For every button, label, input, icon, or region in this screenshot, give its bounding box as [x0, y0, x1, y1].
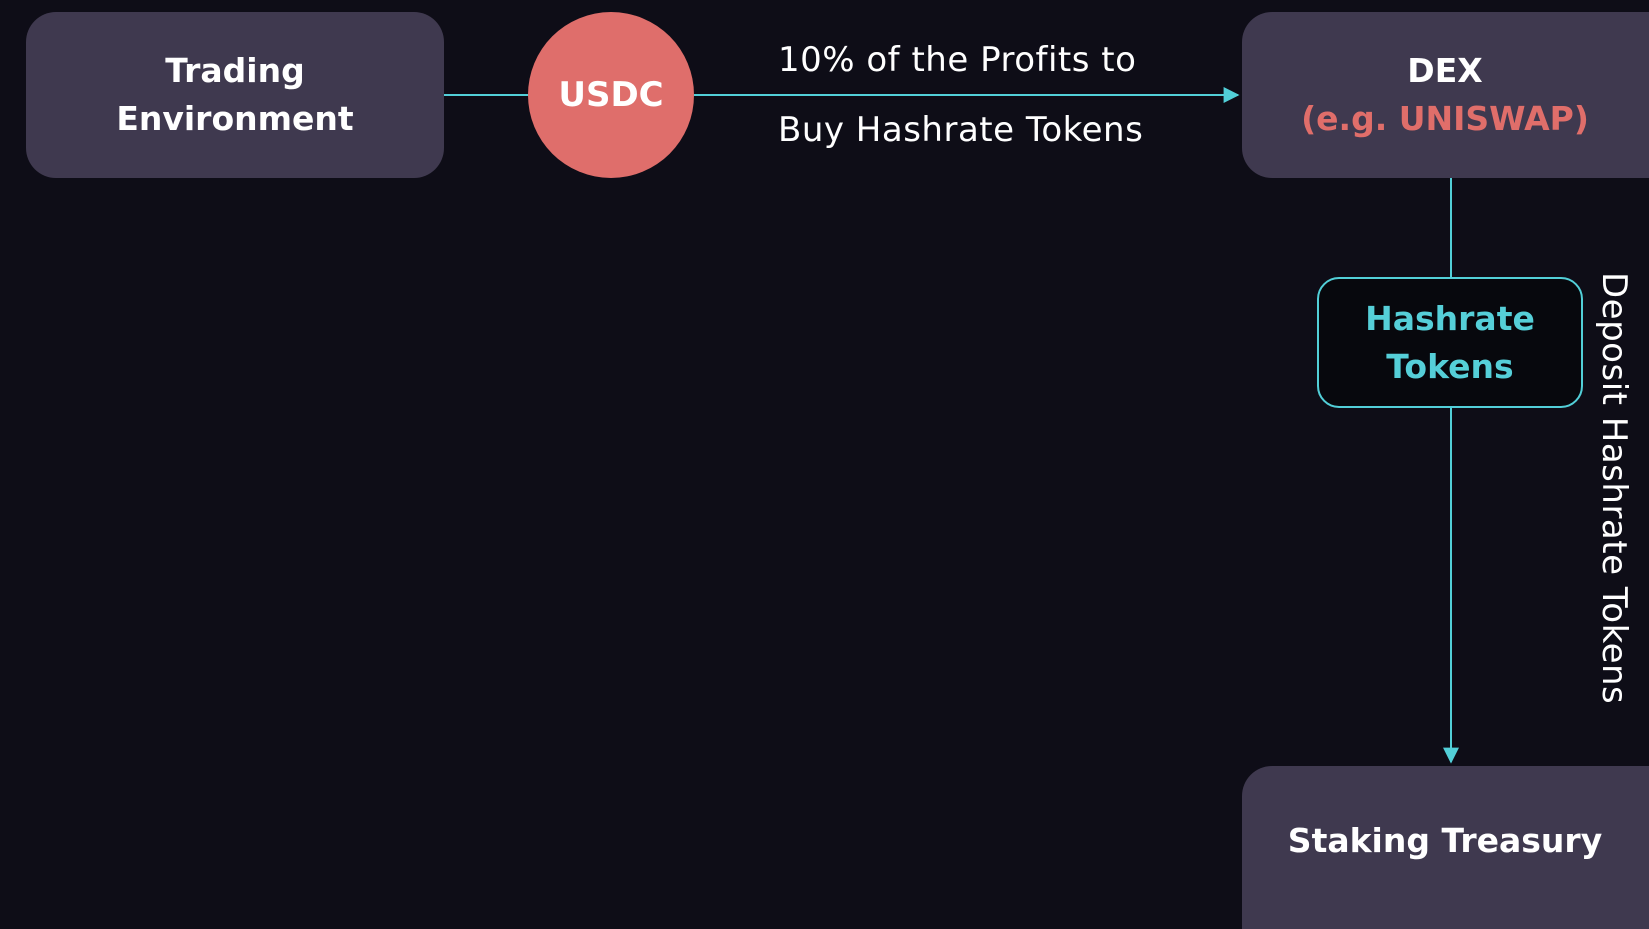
usdc-node: USDC [528, 12, 694, 178]
hashrate-tokens-node: Hashrate Tokens [1317, 277, 1583, 408]
deposit-edge-label: Deposit Hashrate Tokens [1594, 272, 1634, 705]
usdc-label: USDC [558, 75, 664, 115]
staking-treasury-label: Staking Treasury [1287, 821, 1603, 860]
hashrate-tokens-line1: Hashrate [1365, 298, 1535, 338]
trading-environment-line1: Trading [165, 51, 305, 90]
hashrate-tokens-line2: Tokens [1386, 346, 1514, 386]
diagram-canvas: Trading Environment USDC 10% of the Prof… [0, 0, 1649, 929]
trading-environment-line2: Environment [116, 99, 354, 138]
trading-environment-node: Trading Environment [26, 12, 444, 178]
dex-node: DEX (e.g. UNISWAP) [1242, 12, 1649, 178]
buy-edge-label-line1: 10% of the Profits to [778, 40, 1137, 80]
dex-subtitle: (e.g. UNISWAP) [1301, 99, 1589, 138]
buy-edge-label-line2: Buy Hashrate Tokens [778, 110, 1144, 150]
staking-treasury-node: Staking Treasury [1242, 766, 1649, 929]
dex-title: DEX [1407, 51, 1483, 90]
